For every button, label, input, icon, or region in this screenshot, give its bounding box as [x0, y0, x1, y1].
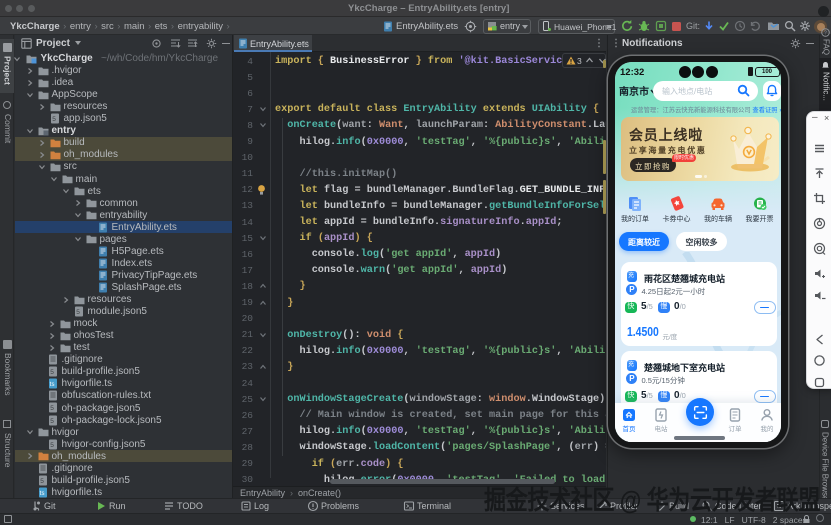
svg-text:5: 5: [50, 418, 54, 425]
svg-text:ts: ts: [40, 491, 45, 497]
svg-text:5: 5: [50, 406, 54, 413]
svg-text:5: 5: [50, 442, 54, 449]
svg-text:5: 5: [76, 309, 80, 316]
svg-text:?: ?: [824, 31, 827, 37]
svg-text:5: 5: [50, 369, 54, 376]
svg-text:ts: ts: [50, 382, 55, 388]
svg-text:5: 5: [40, 478, 44, 485]
svg-text:5: 5: [52, 116, 56, 123]
